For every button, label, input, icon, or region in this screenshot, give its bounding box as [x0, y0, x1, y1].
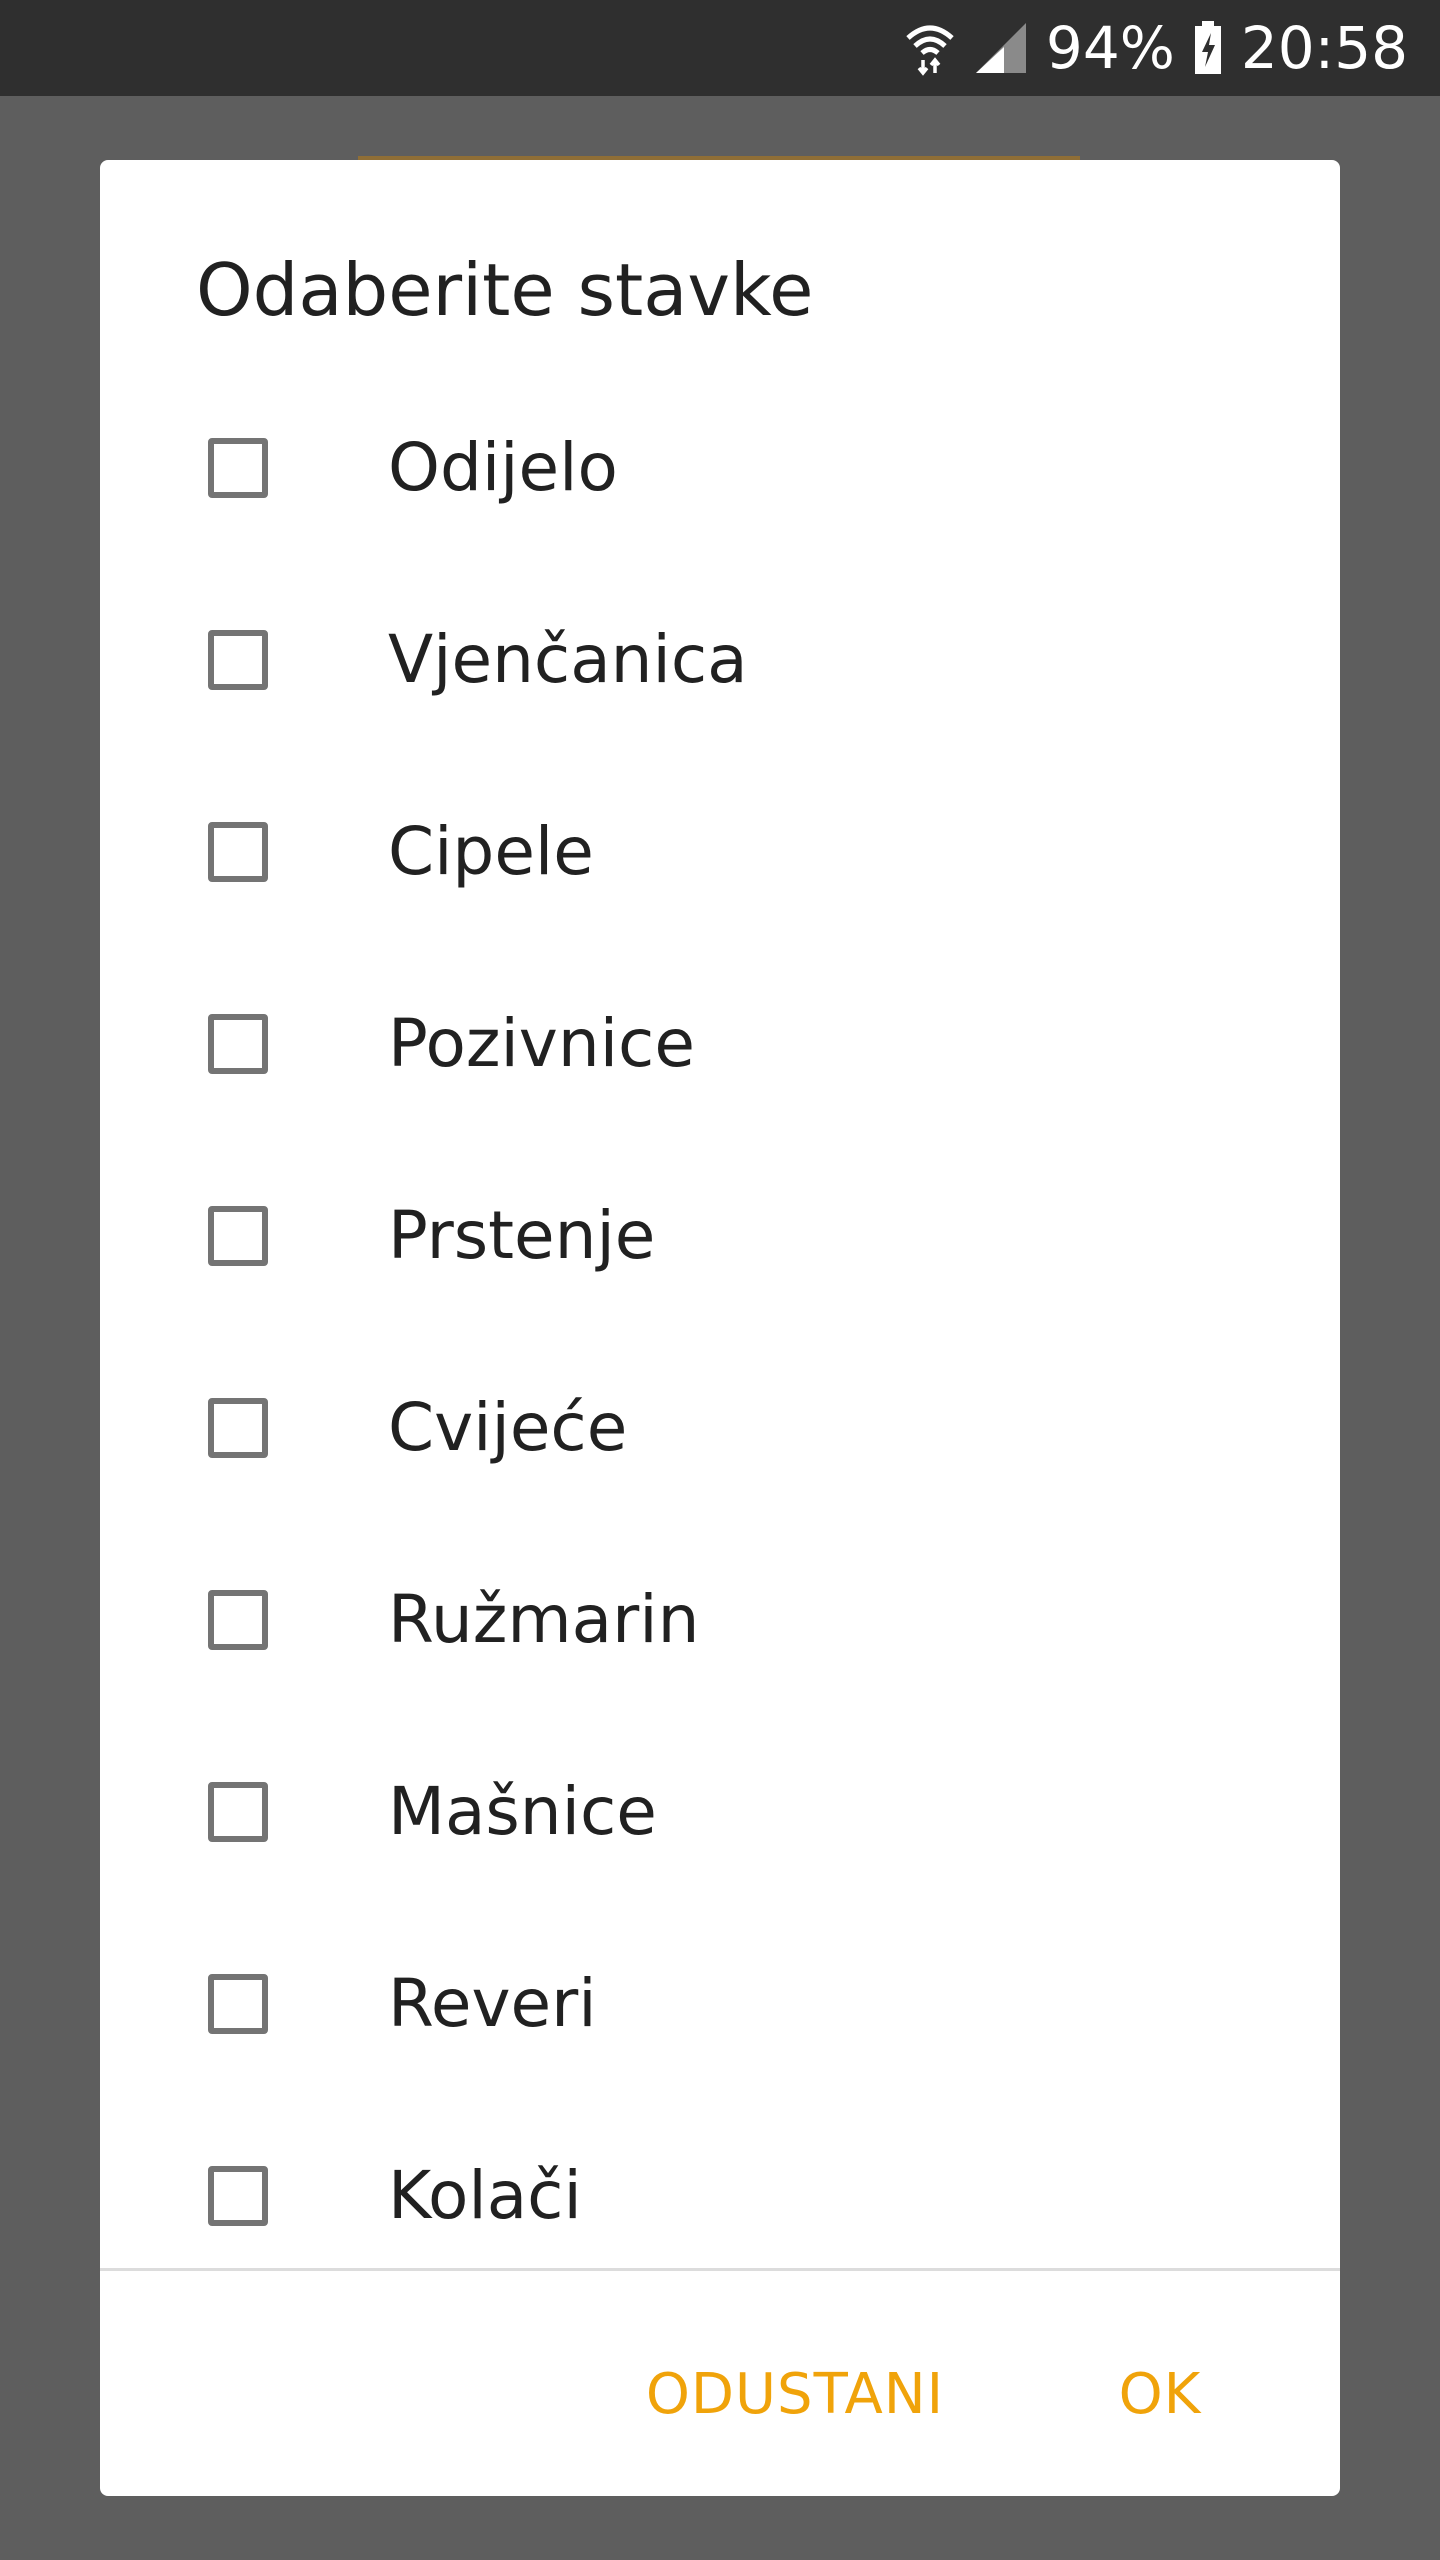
checkbox[interactable] [208, 1590, 268, 1650]
item-label: Ružmarin [388, 1581, 700, 1658]
checkbox[interactable] [208, 2166, 268, 2226]
item-label: Mašnice [388, 1773, 657, 1850]
status-bar: 94% 20:58 [0, 0, 1440, 96]
multi-select-dialog: Odaberite stavke Odijelo Vjenčanica Cipe… [100, 160, 1340, 2496]
checkbox[interactable] [208, 1206, 268, 1266]
list-item[interactable]: Reveri [100, 1912, 1340, 2104]
item-list[interactable]: Odijelo Vjenčanica Cipele Pozivnice Prst… [100, 376, 1340, 2428]
status-icons: 94% 20:58 [904, 0, 1408, 96]
wifi-icon [904, 20, 956, 76]
list-item[interactable]: Cvijeće [100, 1336, 1340, 1528]
list-item[interactable]: Mašnice [100, 1720, 1340, 1912]
list-item[interactable]: Ružmarin [100, 1528, 1340, 1720]
checkbox[interactable] [208, 1014, 268, 1074]
item-label: Pozivnice [388, 1005, 695, 1082]
checkbox[interactable] [208, 630, 268, 690]
list-item[interactable]: Vjenčanica [100, 568, 1340, 760]
item-label: Kolači [388, 2157, 582, 2234]
checkbox[interactable] [208, 1974, 268, 2034]
checkbox[interactable] [208, 438, 268, 498]
list-item[interactable]: Pozivnice [100, 952, 1340, 1144]
item-label: Vjenčanica [388, 621, 748, 698]
cancel-button[interactable]: ODUSTANI [630, 2340, 960, 2450]
list-item[interactable]: Prstenje [100, 1144, 1340, 1336]
item-label: Prstenje [388, 1197, 656, 1274]
checkbox[interactable] [208, 822, 268, 882]
checkbox[interactable] [208, 1398, 268, 1458]
actions-divider [100, 2268, 1340, 2271]
clock: 20:58 [1240, 14, 1408, 82]
battery-charging-icon [1193, 21, 1223, 75]
item-label: Odijelo [388, 429, 618, 506]
list-item[interactable]: Cipele [100, 760, 1340, 952]
signal-icon [974, 21, 1028, 75]
item-label: Reveri [388, 1965, 597, 2042]
item-label: Cvijeće [388, 1389, 628, 1466]
dialog-title: Odaberite stavke [196, 248, 814, 332]
item-label: Cipele [388, 813, 594, 890]
ok-button[interactable]: OK [1080, 2340, 1240, 2450]
battery-percent: 94% [1045, 14, 1175, 82]
list-item[interactable]: Odijelo [100, 376, 1340, 568]
checkbox[interactable] [208, 1782, 268, 1842]
